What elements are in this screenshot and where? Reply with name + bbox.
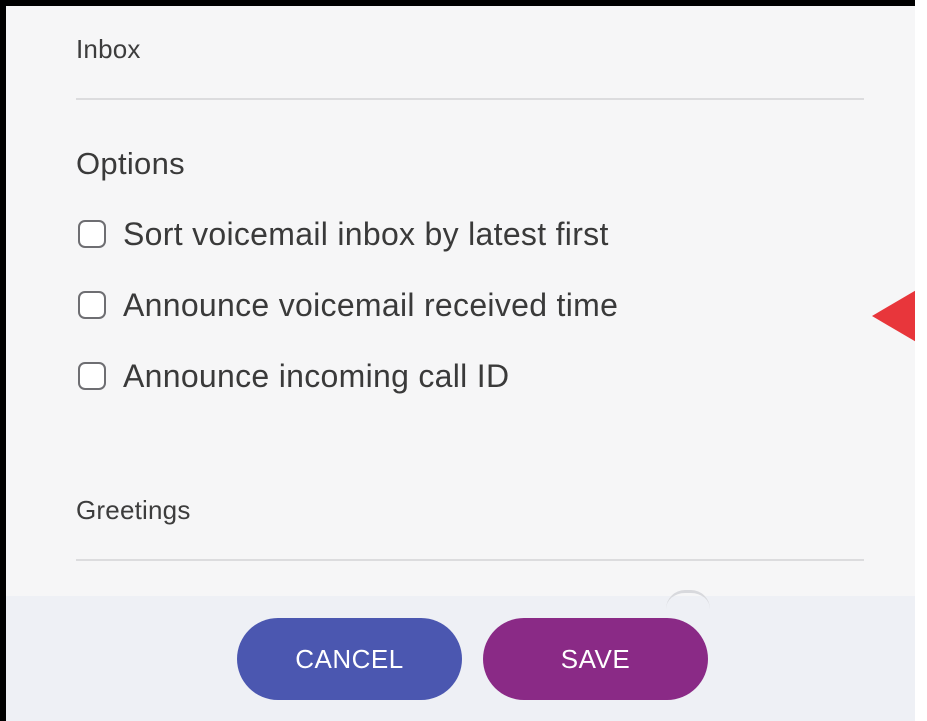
voicemail-settings-panel: Inbox Options Sort voicemail inbox by la… bbox=[0, 0, 927, 721]
cancel-button[interactable]: CANCEL bbox=[237, 618, 462, 700]
save-button[interactable]: SAVE bbox=[483, 618, 708, 700]
sort-latest-first-checkbox[interactable] bbox=[78, 220, 106, 248]
options-heading: Options bbox=[76, 146, 185, 181]
announce-call-id-checkbox[interactable] bbox=[78, 362, 106, 390]
announce-received-time-label: Announce voicemail received time bbox=[123, 286, 619, 323]
announce-call-id-label: Announce incoming call ID bbox=[123, 357, 510, 394]
screenshot-edge bbox=[915, 0, 927, 721]
sort-latest-first-label: Sort voicemail inbox by latest first bbox=[123, 215, 609, 252]
option-sort-latest-first[interactable]: Sort voicemail inbox by latest first bbox=[78, 214, 609, 254]
announce-received-time-checkbox[interactable] bbox=[78, 291, 106, 319]
inbox-divider bbox=[76, 98, 864, 100]
inbox-section-label: Inbox bbox=[76, 34, 141, 64]
partially-hidden-toggle bbox=[666, 590, 710, 609]
option-announce-call-id[interactable]: Announce incoming call ID bbox=[78, 356, 509, 396]
greetings-section-label: Greetings bbox=[76, 495, 191, 525]
greetings-divider bbox=[76, 559, 864, 561]
option-announce-received-time[interactable]: Announce voicemail received time bbox=[78, 285, 618, 325]
